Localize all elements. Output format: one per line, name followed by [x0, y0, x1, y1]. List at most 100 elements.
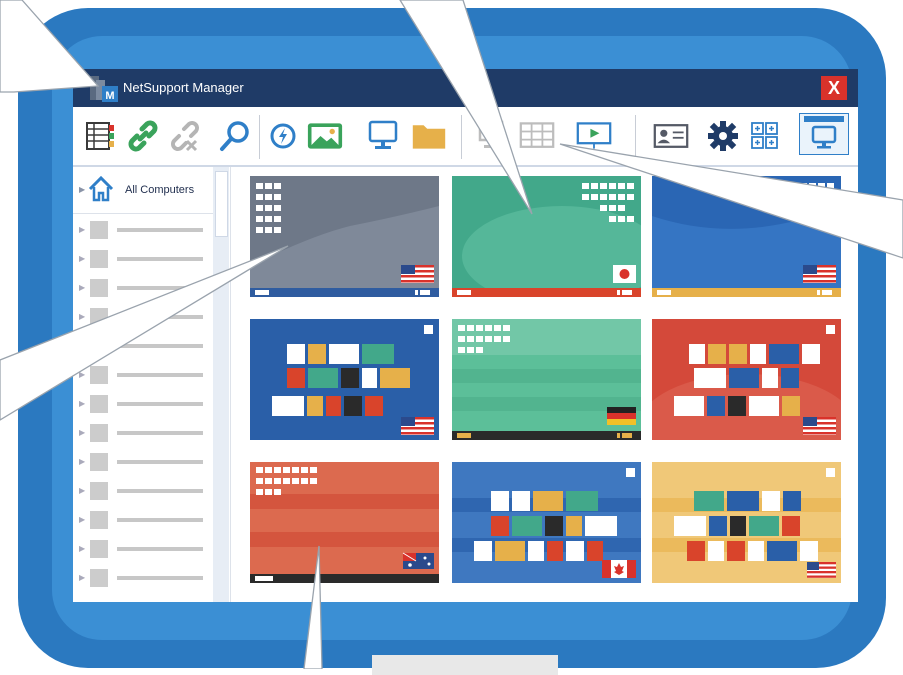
- sidebar-computer-item[interactable]: ▶: [79, 511, 207, 529]
- toolbar: [73, 107, 858, 167]
- grid-list-icon[interactable]: [83, 119, 119, 153]
- thumbnail-computer[interactable]: [452, 319, 641, 440]
- sidebar-root-label: All Computers: [125, 184, 195, 196]
- netsupport-logo-icon: M: [90, 76, 118, 102]
- tiles-icon[interactable]: [747, 119, 783, 153]
- sidebar: ▶ All Computers ▶ ▶ ▶ ▶ ▶ ▶ ▶ ▶ ▶ ▶ ▶ ▶ ▶: [73, 167, 231, 602]
- au-flag-icon: [402, 552, 434, 569]
- sidebar-computer-item[interactable]: ▶: [79, 482, 207, 500]
- computer-name-placeholder: [117, 257, 203, 261]
- computer-icon: [90, 250, 108, 268]
- thumbnail-computer[interactable]: [452, 176, 641, 297]
- app-window: M NetSupport Manager X ▶ All Computers ▶…: [73, 69, 858, 602]
- computer-icon: [90, 569, 108, 587]
- toolbar-separator: [635, 115, 636, 159]
- link-icon[interactable]: [125, 119, 161, 153]
- sidebar-computer-item[interactable]: ▶: [79, 221, 207, 239]
- sidebar-computer-item[interactable]: ▶: [79, 250, 207, 268]
- quick-connect-icon[interactable]: [265, 119, 301, 153]
- computer-name-placeholder: [117, 431, 203, 435]
- us-flag-icon: [803, 417, 836, 435]
- thumbnail-computer[interactable]: [652, 176, 841, 297]
- image-icon[interactable]: [307, 119, 343, 153]
- title-bar: M NetSupport Manager X: [73, 69, 858, 107]
- expand-arrow-icon[interactable]: ▶: [79, 185, 85, 194]
- thumbnail-computer[interactable]: [652, 462, 841, 583]
- window-title: NetSupport Manager: [123, 80, 244, 95]
- computer-name-placeholder: [117, 402, 203, 406]
- thumbnail-computer[interactable]: [250, 319, 439, 440]
- computer-icon: [90, 482, 108, 500]
- scrollbar-thumb[interactable]: [215, 171, 228, 237]
- computer-icon: [90, 337, 108, 355]
- expand-arrow-icon[interactable]: ▶: [79, 573, 85, 582]
- expand-arrow-icon[interactable]: ▶: [79, 486, 85, 495]
- expand-arrow-icon[interactable]: ▶: [79, 515, 85, 524]
- computer-icon: [90, 453, 108, 471]
- presentation-icon[interactable]: [576, 119, 612, 153]
- computer-icon: [90, 279, 108, 297]
- ca-flag-icon: [602, 560, 636, 578]
- thumbnail-grid: [231, 167, 858, 602]
- jp-flag-icon: [613, 265, 636, 283]
- close-button[interactable]: X: [821, 76, 847, 100]
- expand-arrow-icon[interactable]: ▶: [79, 457, 85, 466]
- thumbnail-computer[interactable]: [652, 319, 841, 440]
- us-flag-icon: [401, 417, 434, 435]
- de-flag-icon: [607, 407, 636, 425]
- computer-name-placeholder: [117, 576, 203, 580]
- sidebar-computer-item[interactable]: ▶: [79, 337, 207, 355]
- expand-arrow-icon[interactable]: ▶: [79, 370, 85, 379]
- computer-icon: [90, 308, 108, 326]
- computer-name-placeholder: [117, 547, 203, 551]
- svg-text:M: M: [105, 90, 114, 102]
- screen-view-icon[interactable]: [799, 113, 849, 155]
- computer-icon: [90, 540, 108, 558]
- computer-name-placeholder: [117, 373, 203, 377]
- sidebar-computer-item[interactable]: ▶: [79, 308, 207, 326]
- expand-arrow-icon[interactable]: ▶: [79, 254, 85, 263]
- computer-name-placeholder: [117, 228, 203, 232]
- user-card-icon[interactable]: [653, 119, 689, 153]
- sidebar-computer-item[interactable]: ▶: [79, 569, 207, 587]
- computer-name-placeholder: [117, 518, 203, 522]
- toolbar-separator: [461, 115, 462, 159]
- computer-icon: [90, 221, 108, 239]
- folder-icon[interactable]: [411, 119, 447, 153]
- expand-arrow-icon[interactable]: ▶: [79, 341, 85, 350]
- monitor-icon[interactable]: [365, 119, 401, 153]
- sidebar-computer-item[interactable]: ▶: [79, 279, 207, 297]
- sidebar-computer-item[interactable]: ▶: [79, 453, 207, 471]
- disabled-monitor-icon: [475, 119, 511, 153]
- toolbar-separator: [259, 115, 260, 159]
- computer-name-placeholder: [117, 344, 203, 348]
- us-flag-icon: [803, 265, 836, 283]
- sidebar-computer-item[interactable]: ▶: [79, 366, 207, 384]
- computer-icon: [90, 424, 108, 442]
- sidebar-item-all-computers[interactable]: ▶ All Computers: [73, 167, 213, 214]
- sidebar-computer-item[interactable]: ▶: [79, 395, 207, 413]
- expand-arrow-icon[interactable]: ▶: [79, 544, 85, 553]
- expand-arrow-icon[interactable]: ▶: [79, 428, 85, 437]
- computer-icon: [90, 366, 108, 384]
- monitor-stand: [372, 655, 558, 675]
- expand-arrow-icon[interactable]: ▶: [79, 225, 85, 234]
- computer-icon: [90, 511, 108, 529]
- disabled-grid-icon: [519, 119, 555, 153]
- thumbnail-computer[interactable]: [250, 462, 439, 583]
- thumbnail-computer[interactable]: [250, 176, 439, 297]
- gear-icon[interactable]: [705, 119, 741, 153]
- sidebar-scrollbar[interactable]: [213, 167, 229, 602]
- sidebar-computer-item[interactable]: ▶: [79, 424, 207, 442]
- expand-arrow-icon[interactable]: ▶: [79, 283, 85, 292]
- computer-name-placeholder: [117, 286, 203, 290]
- computer-icon: [90, 395, 108, 413]
- expand-arrow-icon[interactable]: ▶: [79, 312, 85, 321]
- search-icon[interactable]: [217, 119, 253, 153]
- sidebar-computer-item[interactable]: ▶: [79, 540, 207, 558]
- unlink-icon[interactable]: [167, 119, 203, 153]
- expand-arrow-icon[interactable]: ▶: [79, 399, 85, 408]
- us-flag-icon: [807, 562, 836, 578]
- home-icon: [88, 175, 114, 202]
- thumbnail-computer[interactable]: [452, 462, 641, 583]
